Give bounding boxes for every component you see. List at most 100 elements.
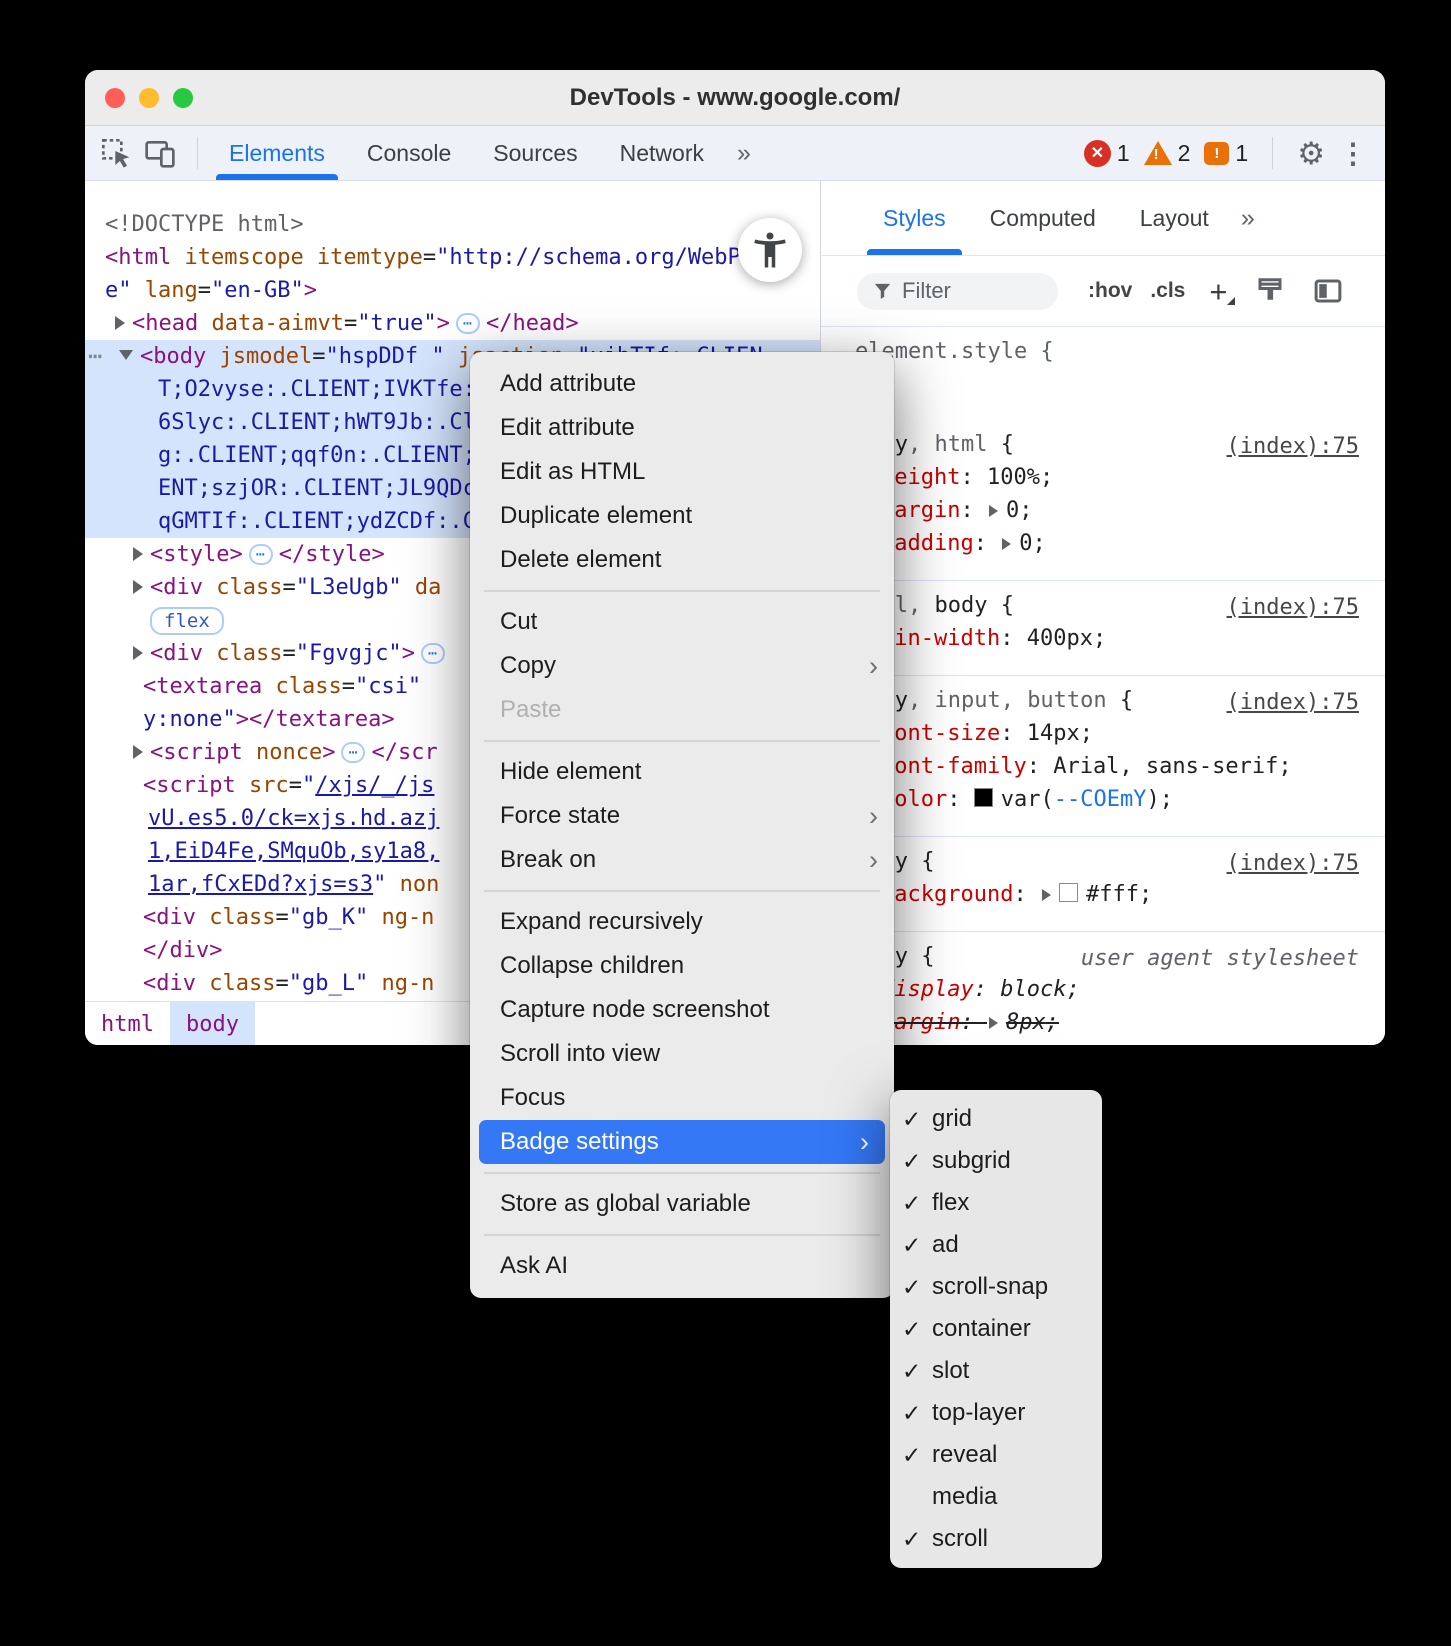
more-options-icon[interactable]: ⋮ xyxy=(1339,137,1371,170)
zoom-window-button[interactable] xyxy=(173,88,193,108)
expand-arrow-icon[interactable] xyxy=(133,547,143,561)
collapsed-content-icon[interactable]: ⋯ xyxy=(249,544,273,565)
warning-badge[interactable]: ! 2 xyxy=(1144,140,1191,167)
menu-item-edit-as-html[interactable]: Edit as HTML xyxy=(470,450,894,494)
menu-item-paste[interactable]: Paste xyxy=(470,688,894,732)
expand-arrow-icon[interactable] xyxy=(115,316,125,330)
new-style-rule-button[interactable]: + xyxy=(1209,276,1227,307)
css-property[interactable]: margin: 8px; xyxy=(855,1006,1385,1039)
expand-value-arrow-icon[interactable] xyxy=(1002,538,1011,550)
sidebar-tab-styles[interactable]: Styles xyxy=(861,181,968,255)
menu-item-copy[interactable]: Copy› xyxy=(470,644,894,688)
menu-item-expand-recursively[interactable]: Expand recursively xyxy=(470,900,894,944)
color-swatch[interactable] xyxy=(1059,883,1078,902)
collapsed-content-icon[interactable]: ⋯ xyxy=(421,643,445,664)
rendering-brush-icon[interactable] xyxy=(1255,276,1285,306)
dom-tree-line[interactable]: <!DOCTYPE html> xyxy=(85,208,820,241)
node-menu-dots-icon[interactable]: ⋯ xyxy=(88,340,103,373)
filter-input[interactable]: Filter xyxy=(857,273,1058,310)
menu-item-focus[interactable]: Focus xyxy=(470,1076,894,1120)
close-window-button[interactable] xyxy=(105,88,125,108)
tab-network[interactable]: Network xyxy=(599,126,725,180)
expand-arrow-icon[interactable] xyxy=(133,646,143,660)
menu-item-collapse-children[interactable]: Collapse children xyxy=(470,944,894,988)
toggle-hover-state[interactable]: :hov xyxy=(1088,279,1132,303)
badge-option-slot[interactable]: ✓slot xyxy=(890,1350,1102,1392)
style-rule[interactable]: body {(index):75background: #fff; xyxy=(821,837,1385,932)
menu-item-break-on[interactable]: Break on› xyxy=(470,838,894,882)
badge-option-scroll[interactable]: ✓scroll xyxy=(890,1518,1102,1560)
badge-option-top-layer[interactable]: ✓top-layer xyxy=(890,1392,1102,1434)
dom-tree-line[interactable]: e" lang="en-GB"> xyxy=(85,274,820,307)
badge-option-flex[interactable]: ✓flex xyxy=(890,1182,1102,1224)
menu-item-hide-element[interactable]: Hide element xyxy=(470,750,894,794)
css-property[interactable]: margin: 0; xyxy=(855,494,1385,527)
style-rule[interactable]: html, body {(index):75min-width: 400px; xyxy=(821,581,1385,676)
expand-value-arrow-icon[interactable] xyxy=(1042,889,1051,901)
style-rule[interactable]: element.style { xyxy=(821,327,1385,420)
flex-badge[interactable]: flex xyxy=(150,607,224,635)
menu-item-ask-ai[interactable]: Ask AI xyxy=(470,1244,894,1288)
css-property[interactable]: display: block; xyxy=(855,973,1385,1006)
sidebar-tab-computed[interactable]: Computed xyxy=(968,181,1118,255)
menu-item-capture-node-screenshot[interactable]: Capture node screenshot xyxy=(470,988,894,1032)
error-badge[interactable]: ✕ 1 xyxy=(1084,140,1130,167)
badge-option-ad[interactable]: ✓ad xyxy=(890,1224,1102,1266)
css-property[interactable]: font-size: 14px; xyxy=(855,717,1385,750)
tab-console[interactable]: Console xyxy=(346,126,472,180)
inspect-element-icon[interactable] xyxy=(99,136,133,170)
expand-value-arrow-icon[interactable] xyxy=(989,505,998,517)
menu-item-scroll-into-view[interactable]: Scroll into view xyxy=(470,1032,894,1076)
more-sidebar-tabs-button[interactable]: » xyxy=(1231,204,1263,233)
breadcrumb-item-body[interactable]: body xyxy=(170,1002,255,1045)
device-toolbar-icon[interactable] xyxy=(143,136,177,170)
css-property[interactable]: min-width: 400px; xyxy=(855,622,1385,655)
settings-gear-icon[interactable]: ⚙ xyxy=(1297,138,1325,169)
css-property[interactable]: font-family: Arial, sans-serif; xyxy=(855,750,1385,783)
style-rule[interactable]: body, input, button {(index):75font-size… xyxy=(821,676,1385,837)
menu-item-badge-settings[interactable]: Badge settings› xyxy=(479,1120,885,1164)
collapsed-content-icon[interactable]: ⋯ xyxy=(456,313,480,334)
css-property[interactable]: padding: 0; xyxy=(855,527,1385,560)
sidebar-tab-layout[interactable]: Layout xyxy=(1118,181,1231,255)
css-property[interactable]: height: 100%; xyxy=(855,461,1385,494)
style-rule[interactable]: body {user agent stylesheetdisplay: bloc… xyxy=(821,932,1385,1045)
style-rule[interactable]: body, html {(index):75height: 100%;margi… xyxy=(821,420,1385,581)
menu-item-duplicate-element[interactable]: Duplicate element xyxy=(470,494,894,538)
dom-tree-line[interactable]: <html itemscope itemtype="http://schema.… xyxy=(85,241,820,274)
expand-arrow-icon[interactable] xyxy=(133,745,143,759)
minimize-window-button[interactable] xyxy=(139,88,159,108)
css-property[interactable]: color: var(--COEmY); xyxy=(855,783,1385,816)
badge-option-grid[interactable]: ✓grid xyxy=(890,1098,1102,1140)
expand-value-arrow-icon[interactable] xyxy=(989,1017,998,1029)
stylesheet-link[interactable]: (index):75 xyxy=(1227,430,1359,463)
dock-panel-icon[interactable] xyxy=(1313,276,1343,306)
more-panels-button[interactable]: » xyxy=(725,139,761,168)
stylesheet-link[interactable]: (index):75 xyxy=(1227,591,1359,624)
menu-item-force-state[interactable]: Force state› xyxy=(470,794,894,838)
menu-item-store-as-global-variable[interactable]: Store as global variable xyxy=(470,1182,894,1226)
breadcrumb-item-html[interactable]: html xyxy=(85,1002,170,1045)
menu-item-add-attribute[interactable]: Add attribute xyxy=(470,362,894,406)
badge-option-media[interactable]: ✓media xyxy=(890,1476,1102,1518)
dom-tree-line[interactable]: <head data-aimvt="true">⋯</head> xyxy=(85,307,820,340)
menu-item-cut[interactable]: Cut xyxy=(470,600,894,644)
menu-item-delete-element[interactable]: Delete element xyxy=(470,538,894,582)
badge-option-subgrid[interactable]: ✓subgrid xyxy=(890,1140,1102,1182)
badge-option-container[interactable]: ✓container xyxy=(890,1308,1102,1350)
badge-option-reveal[interactable]: ✓reveal xyxy=(890,1434,1102,1476)
badge-option-scroll-snap[interactable]: ✓scroll-snap xyxy=(890,1266,1102,1308)
stylesheet-link[interactable]: (index):75 xyxy=(1227,686,1359,719)
tab-sources[interactable]: Sources xyxy=(472,126,598,180)
menu-item-edit-attribute[interactable]: Edit attribute xyxy=(470,406,894,450)
accessibility-overlay[interactable] xyxy=(738,218,802,282)
collapsed-content-icon[interactable]: ⋯ xyxy=(341,742,365,763)
issues-badge[interactable]: ! 1 xyxy=(1204,140,1248,167)
css-property[interactable]: background: #fff; xyxy=(855,878,1385,911)
expand-arrow-icon[interactable] xyxy=(133,580,143,594)
toggle-class[interactable]: .cls xyxy=(1150,279,1185,303)
collapse-arrow-icon[interactable] xyxy=(119,350,133,360)
color-swatch[interactable] xyxy=(974,788,993,807)
stylesheet-link[interactable]: (index):75 xyxy=(1227,847,1359,880)
tab-elements[interactable]: Elements xyxy=(208,126,346,180)
